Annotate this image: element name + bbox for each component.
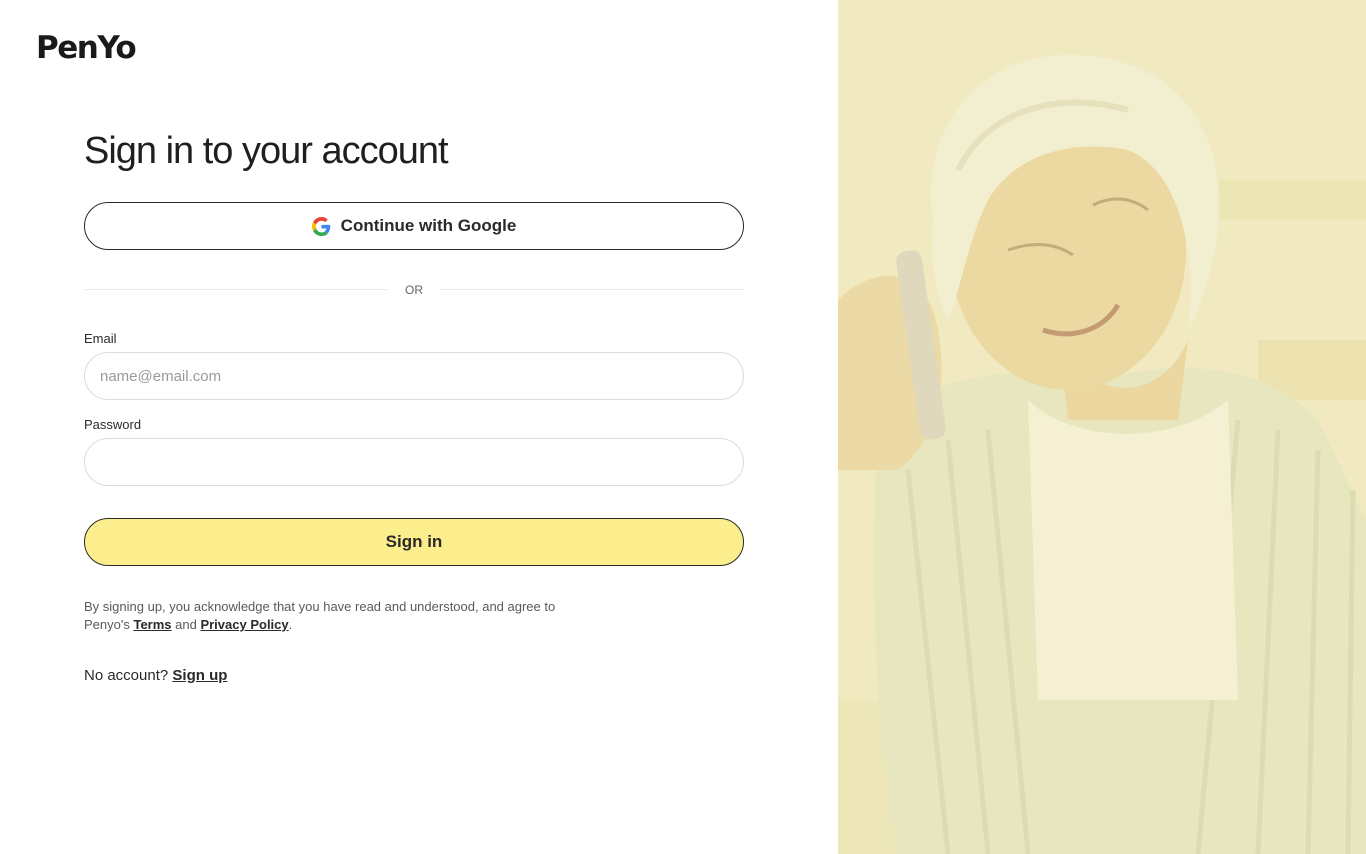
divider-or-text: OR — [405, 283, 423, 297]
hero-photo — [838, 0, 1366, 854]
legal-text-after: . — [288, 617, 293, 632]
page-title: Sign in to your account — [84, 130, 449, 172]
email-label: Email — [84, 331, 117, 346]
sign-in-button[interactable]: Sign in — [84, 518, 744, 566]
legal-and-text: and — [171, 617, 201, 632]
legal-notice: By signing up, you acknowledge that you … — [84, 598, 604, 634]
no-account-text: No account? — [84, 667, 169, 684]
sign-in-label: Sign in — [385, 532, 443, 551]
privacy-policy-link[interactable]: Privacy Policy — [200, 617, 288, 632]
password-label: Password — [84, 417, 142, 432]
continue-with-google-button[interactable]: Continue with Google — [84, 202, 744, 250]
hero-photo-illustration — [838, 0, 1366, 854]
sign-up-link[interactable]: Sign up — [172, 667, 227, 684]
or-divider: OR — [84, 280, 744, 300]
sign-in-panel: PenYo Sign in to your account Continue w… — [0, 0, 838, 854]
password-field[interactable] — [84, 438, 744, 486]
google-icon — [311, 216, 331, 236]
penyo-logo[interactable]: PenYo — [36, 28, 137, 68]
no-account-prompt: No account? Sign up — [84, 666, 227, 686]
email-field[interactable] — [84, 352, 744, 400]
terms-link[interactable]: Terms — [133, 617, 171, 632]
continue-with-google-label: Continue with Google — [340, 216, 517, 235]
divider-line-right — [440, 289, 744, 290]
